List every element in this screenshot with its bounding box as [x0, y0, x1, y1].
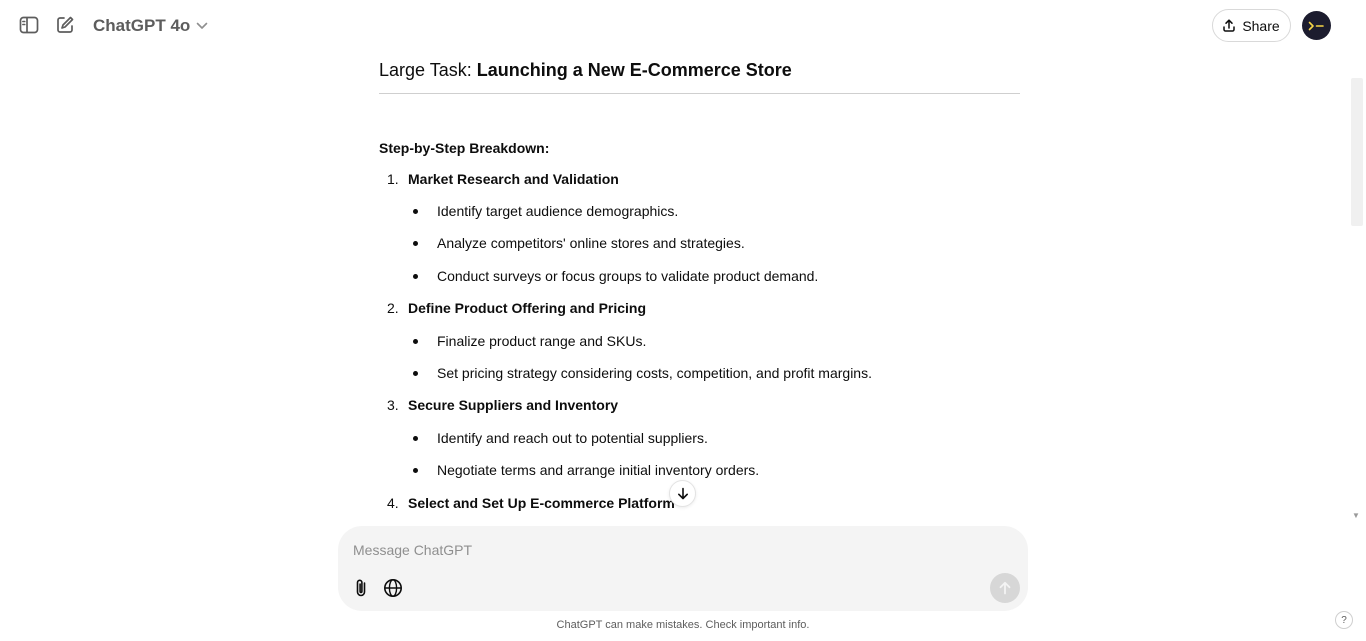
avatar[interactable]	[1302, 11, 1331, 40]
top-bar: ChatGPT 4o Share	[0, 0, 1366, 52]
list-item-text: Analyze competitors' online stores and s…	[437, 235, 745, 251]
scroll-to-bottom-button[interactable]	[669, 480, 696, 507]
terminal-icon	[1308, 21, 1324, 30]
step-title: Secure Suppliers and Inventory	[408, 397, 619, 413]
bullet-dot	[413, 209, 418, 214]
list-item-text: Negotiate terms and arrange initial inve…	[437, 462, 760, 478]
web-search-button[interactable]	[381, 576, 405, 600]
bullet-dot	[413, 371, 418, 376]
attach-file-button[interactable]	[350, 576, 372, 600]
step-title: Define Product Offering and Pricing	[408, 300, 647, 316]
paperclip-icon	[356, 579, 366, 597]
help-button[interactable]: ?	[1335, 611, 1353, 629]
step-title: Market Research and Validation	[408, 171, 619, 187]
list-item-text: Identify target audience demographics.	[437, 203, 679, 219]
list-item-text: Conduct surveys or focus groups to valid…	[437, 268, 819, 284]
heading-title: Launching a New E-Commerce Store	[476, 60, 792, 80]
bullet-dot	[413, 339, 418, 344]
disclaimer-text: ChatGPT can make mistakes. Check importa…	[556, 619, 810, 631]
list-item-text: Finalize product range and SKUs.	[437, 333, 647, 349]
chevron-down-icon	[196, 22, 208, 29]
share-button[interactable]: Share	[1212, 9, 1291, 42]
message-heading: Large Task: Launching a New E-Commerce S…	[379, 60, 1020, 94]
bullet-dot	[413, 436, 418, 441]
breakdown-label: Step-by-Step Breakdown:	[379, 140, 550, 156]
step-number: 2.	[387, 300, 399, 316]
share-label: Share	[1242, 17, 1280, 34]
bullet-dot	[413, 468, 418, 473]
sidebar-toggle-button[interactable]	[15, 11, 43, 39]
list-item-text: Identify and reach out to potential supp…	[437, 430, 708, 446]
step-number: 3.	[387, 397, 399, 413]
bullet-dot	[413, 241, 418, 246]
bullet-dot	[413, 274, 418, 279]
send-button[interactable]	[990, 573, 1020, 603]
scrollbar-thumb[interactable]	[1351, 78, 1363, 226]
message-composer	[338, 526, 1028, 611]
message-input[interactable]	[353, 540, 953, 560]
compose-icon	[57, 16, 74, 33]
arrow-down-icon	[677, 487, 688, 500]
model-selector[interactable]: ChatGPT 4o	[93, 15, 208, 37]
new-chat-button[interactable]	[51, 11, 79, 39]
step-number: 4.	[387, 495, 399, 511]
globe-icon	[384, 579, 402, 597]
list-item-text: Set pricing strategy considering costs, …	[437, 365, 872, 381]
heading-prefix: Large Task:	[379, 60, 477, 80]
sidebar-icon	[19, 16, 39, 34]
scrollbar-down-arrow[interactable]: ▼	[1352, 511, 1360, 520]
step-number: 1.	[387, 171, 399, 187]
model-name: ChatGPT 4o	[93, 16, 191, 35]
arrow-up-icon	[999, 581, 1011, 595]
step-title: Select and Set Up E-commerce Platform	[408, 495, 675, 511]
upload-icon	[1223, 19, 1236, 32]
